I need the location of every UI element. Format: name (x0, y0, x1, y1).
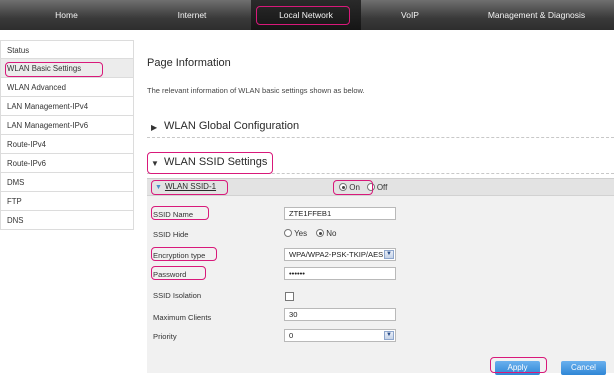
highlight-password (151, 266, 206, 280)
encryption-type-value: WPA/WPA2-PSK-TKIP/AES (289, 250, 384, 259)
sidebar-item-dns[interactable]: DNS (0, 211, 134, 230)
priority-value: 0 (289, 331, 294, 340)
highlight-ssid-on (333, 180, 373, 195)
encryption-type-select[interactable]: WPA/WPA2-PSK-TKIP/AES ▼ (284, 248, 396, 261)
sidebar-item-label: Route-IPv4 (7, 140, 47, 149)
tab-home-label: Home (55, 10, 78, 20)
ssid-hide-no-radio[interactable] (316, 229, 325, 237)
password-input[interactable]: •••••• (284, 267, 396, 280)
priority-label: Priority (153, 332, 177, 341)
collapsed-arrow-icon: ▶ (151, 123, 158, 132)
ssid-hide-yes-radio[interactable] (284, 229, 292, 237)
highlight-wlan-ssid-1 (151, 180, 228, 195)
ssid-hide-label: SSID Hide (153, 230, 189, 239)
sidebar-item-label: Status (7, 46, 30, 55)
no-label: No (326, 229, 337, 238)
highlight-ssid-name (151, 206, 209, 220)
dropdown-arrow-icon[interactable]: ▼ (384, 250, 394, 259)
sidebar-item-wlan-advanced[interactable]: WLAN Advanced (0, 78, 134, 97)
sidebar-item-label: DMS (7, 178, 25, 187)
ssid-isolation-checkbox[interactable] (285, 292, 294, 301)
sidebar-item-route-ipv6[interactable]: Route-IPv6 (0, 154, 134, 173)
sidebar-item-label: WLAN Advanced (7, 83, 66, 92)
sidebar-item-label: LAN Management-IPv6 (7, 121, 89, 130)
maximum-clients-input[interactable]: 30 (284, 308, 396, 321)
yes-label: Yes (294, 229, 308, 238)
highlight-wlan-basic-settings (5, 62, 103, 77)
sidebar-item-dms[interactable]: DMS (0, 173, 134, 192)
tab-home[interactable]: Home (0, 0, 133, 30)
ssid-isolation-label: SSID Isolation (153, 291, 202, 300)
page-title: Page Information (147, 57, 231, 69)
ssid-hide-radio-group: Yes No (284, 229, 337, 238)
highlight-apply (490, 357, 547, 373)
page-description: The relevant information of WLAN basic s… (147, 86, 365, 95)
sidebar-item-lan-management-ipv4[interactable]: LAN Management-IPv4 (0, 97, 134, 116)
off-label: Off (376, 183, 388, 192)
sidebar-item-label: Route-IPv6 (7, 159, 47, 168)
ssid-settings-panel: ▼ WLAN SSID-1 SSID Name ZTE1FFEB1 SSID Hi… (147, 178, 614, 373)
maximum-clients-label: Maximum Clients (153, 313, 212, 322)
priority-select[interactable]: 0 ▼ (284, 329, 396, 342)
highlight-wlan-ssid-settings (147, 152, 273, 174)
sidebar-item-status[interactable]: Status (0, 40, 134, 59)
sidebar-item-label: LAN Management-IPv4 (7, 102, 89, 111)
ssid-name-input[interactable]: ZTE1FFEB1 (284, 207, 396, 220)
sidebar-item-label: DNS (7, 216, 24, 225)
highlight-encryption-type (151, 247, 217, 261)
sidebar-item-lan-management-ipv6[interactable]: LAN Management-IPv6 (0, 116, 134, 135)
section-title: WLAN Global Configuration (164, 120, 300, 132)
section-wlan-global-configuration[interactable]: ▶ WLAN Global Configuration (147, 119, 614, 138)
dropdown-arrow-icon[interactable]: ▼ (384, 331, 394, 340)
sidebar-item-ftp[interactable]: FTP (0, 192, 134, 211)
sidebar-item-label: FTP (7, 197, 22, 206)
sidebar-item-route-ipv4[interactable]: Route-IPv4 (0, 135, 134, 154)
